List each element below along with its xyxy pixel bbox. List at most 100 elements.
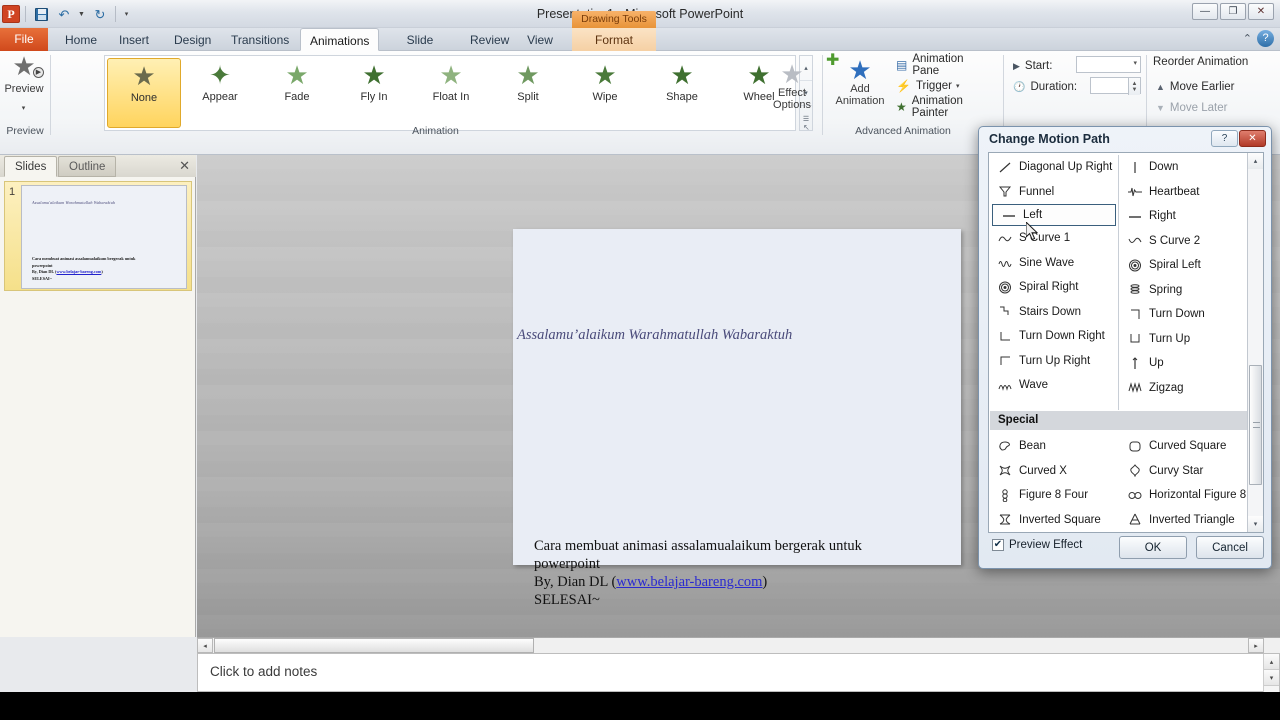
notes-pane[interactable]: Click to add notes ▴ ▾ [197,653,1280,692]
cancel-button[interactable]: Cancel [1196,536,1264,559]
path-curvy-star[interactable]: Curvy Star [1119,459,1248,484]
slide-hyperlink[interactable]: www.belajar-bareng.com [616,574,762,590]
hscroll-thumb[interactable] [214,638,534,653]
hscroll-left-icon[interactable]: ◂ [197,638,213,653]
path-horizontal-figure-8[interactable]: Horizontal Figure 8 [1119,483,1248,508]
listbox-scrollbar[interactable]: ▴ ▾ [1247,153,1263,532]
path-diagonal-up-right[interactable]: Diagonal Up Right [989,155,1118,180]
tab-format[interactable]: Format [572,28,656,51]
path-figure-8-four[interactable]: Figure 8 Four [989,483,1118,508]
path-zigzag[interactable]: Zigzag [1119,376,1248,401]
path-up[interactable]: Up [1119,351,1248,376]
path-funnel[interactable]: Funnel [989,180,1118,205]
path-curved-square[interactable]: Curved Square [1119,434,1248,459]
minimize-button[interactable]: — [1192,3,1218,20]
duration-field[interactable]: ▲ ▼ [1090,77,1141,95]
trigger-dropdown-icon[interactable]: ▾ [956,82,960,90]
path-right[interactable]: Right [1119,204,1248,229]
path-turn-down[interactable]: Turn Down [1119,302,1248,327]
slide-thumbnail-1[interactable]: 1 Assalamu'alaikum Warahmatullah Wabarak… [4,181,192,291]
ok-button[interactable]: OK [1119,536,1187,559]
pane-tab-slides[interactable]: Slides [4,156,58,177]
preview-effect-checkbox[interactable]: ✔ [992,539,1004,551]
dialog-help-button[interactable]: ? [1211,130,1238,147]
animation-shape[interactable]: ★ Shape [645,58,719,128]
path-inverted-square[interactable]: Inverted Square [989,508,1118,533]
tab-transitions[interactable]: Transitions [222,28,294,51]
tab-view[interactable]: View [518,28,562,51]
motion-path-listbox[interactable]: Diagonal Up Right Funnel Left S Curve 1 [988,152,1264,533]
path-turn-down-right[interactable]: Turn Down Right [989,324,1118,349]
path-spiral-right[interactable]: Spiral Right [989,275,1118,300]
tab-insert[interactable]: Insert [110,28,156,51]
slide-body-textbox[interactable]: Cara membuat animasi assalamualaikum ber… [534,537,944,609]
start-dropdown-arrow-icon[interactable]: ▾ [1133,59,1137,67]
path-s-curve-1[interactable]: S Curve 1 [989,226,1118,251]
change-motion-path-dialog[interactable]: Change Motion Path ? ✕ Diagonal Up Right… [978,126,1272,569]
listbox-scroll-thumb[interactable] [1249,365,1262,485]
tab-review[interactable]: Review [461,28,511,51]
current-slide[interactable]: Assalamu’alaikum Warahmatullah Wabaraktu… [513,229,961,608]
listbox-scroll-down-icon[interactable]: ▾ [1248,516,1263,532]
customize-qat-icon[interactable]: ▾ [121,4,133,24]
path-turn-up[interactable]: Turn Up [1119,327,1248,352]
path-stairs-down[interactable]: Stairs Down [989,300,1118,325]
undo-dropdown-icon[interactable]: ▼ [77,4,87,24]
tab-design[interactable]: Design [165,28,215,51]
help-icon[interactable]: ? [1257,30,1274,47]
slides-pane-close-icon[interactable]: ✕ [179,158,190,174]
animation-split[interactable]: ★ Split [491,58,565,128]
path-curved-x[interactable]: Curved X [989,459,1118,484]
animation-fade[interactable]: ★ Fade [260,58,334,128]
tab-slide-show[interactable]: Slide Show [384,28,456,71]
collapse-ribbon-icon[interactable]: ⌃ [1243,32,1252,45]
slide-title-textbox[interactable]: Assalamu’alaikum Warahmatullah Wabaraktu… [517,327,947,344]
path-sine-wave[interactable]: Sine Wave [989,251,1118,276]
hscroll-right-icon[interactable]: ▸ [1248,638,1264,653]
path-wave[interactable]: Wave [989,373,1118,398]
path-s-curve-2[interactable]: S Curve 2 [1119,229,1248,254]
duration-spinner[interactable]: ▲ ▼ [1128,78,1140,95]
restore-button[interactable]: ❐ [1220,3,1246,20]
path-inverted-triangle[interactable]: Inverted Triangle [1119,508,1248,533]
notes-placeholder[interactable]: Click to add notes [210,664,317,679]
powerpoint-logo-icon[interactable]: P [2,5,20,23]
redo-icon[interactable]: ↻ [90,4,110,24]
start-dropdown[interactable]: ▾ [1076,56,1141,73]
tab-home[interactable]: Home [56,28,102,51]
notes-scrollbar[interactable]: ▴ ▾ [1263,654,1279,692]
dialog-close-button[interactable]: ✕ [1239,130,1266,147]
animation-none[interactable]: ★ None [107,58,181,128]
close-button[interactable]: ✕ [1248,3,1274,20]
animation-appear[interactable]: ✦ Appear [183,58,257,128]
animation-wipe[interactable]: ★ Wipe [568,58,642,128]
move-earlier-button[interactable]: ▲ Move Earlier [1153,77,1237,97]
listbox-scroll-up-icon[interactable]: ▴ [1248,153,1263,169]
animation-float-in[interactable]: ★ Float In [414,58,488,128]
undo-icon[interactable]: ↶ [54,4,74,24]
path-heartbeat[interactable]: Heartbeat [1119,180,1248,205]
add-animation-button[interactable]: ★ ✚ Add Animation [826,53,890,108]
animation-fly-in[interactable]: ★ Fly In [337,58,411,128]
path-down[interactable]: Down [1119,155,1248,180]
path-turn-up-right[interactable]: Turn Up Right [989,349,1118,374]
animation-gallery[interactable]: ★ None ✦ Appear ★ Fade ★ Fly In ★ Float In ★ S… [104,55,796,131]
path-bean[interactable]: Bean [989,434,1118,459]
notes-scroll-down-icon[interactable]: ▾ [1264,670,1279,686]
trigger-button[interactable]: ⚡ Trigger ▾ [893,76,962,96]
animation-painter-button[interactable]: ★ Animation Painter [893,95,983,119]
notes-scroll-up-icon[interactable]: ▴ [1264,654,1279,670]
path-spring[interactable]: Spring [1119,278,1248,303]
pane-tab-outline[interactable]: Outline [58,156,117,177]
tab-file[interactable]: File [0,28,48,51]
effect-options-button[interactable]: ★ Effect Options [766,61,818,111]
preview-dropdown-icon[interactable]: ▾ [22,105,26,112]
tab-animations[interactable]: Animations [300,28,379,51]
move-later-button[interactable]: ▼ Move Later [1153,98,1230,118]
path-left[interactable]: Left [992,204,1116,226]
animation-pane-button[interactable]: ▤ Animation Pane [893,53,983,77]
path-spiral-left[interactable]: Spiral Left [1119,253,1248,278]
preview-effect-checkbox-row[interactable]: ✔ Preview Effect [992,539,1082,551]
horizontal-scrollbar[interactable]: ◂ ▸ [197,637,1280,653]
save-icon[interactable] [31,4,51,24]
